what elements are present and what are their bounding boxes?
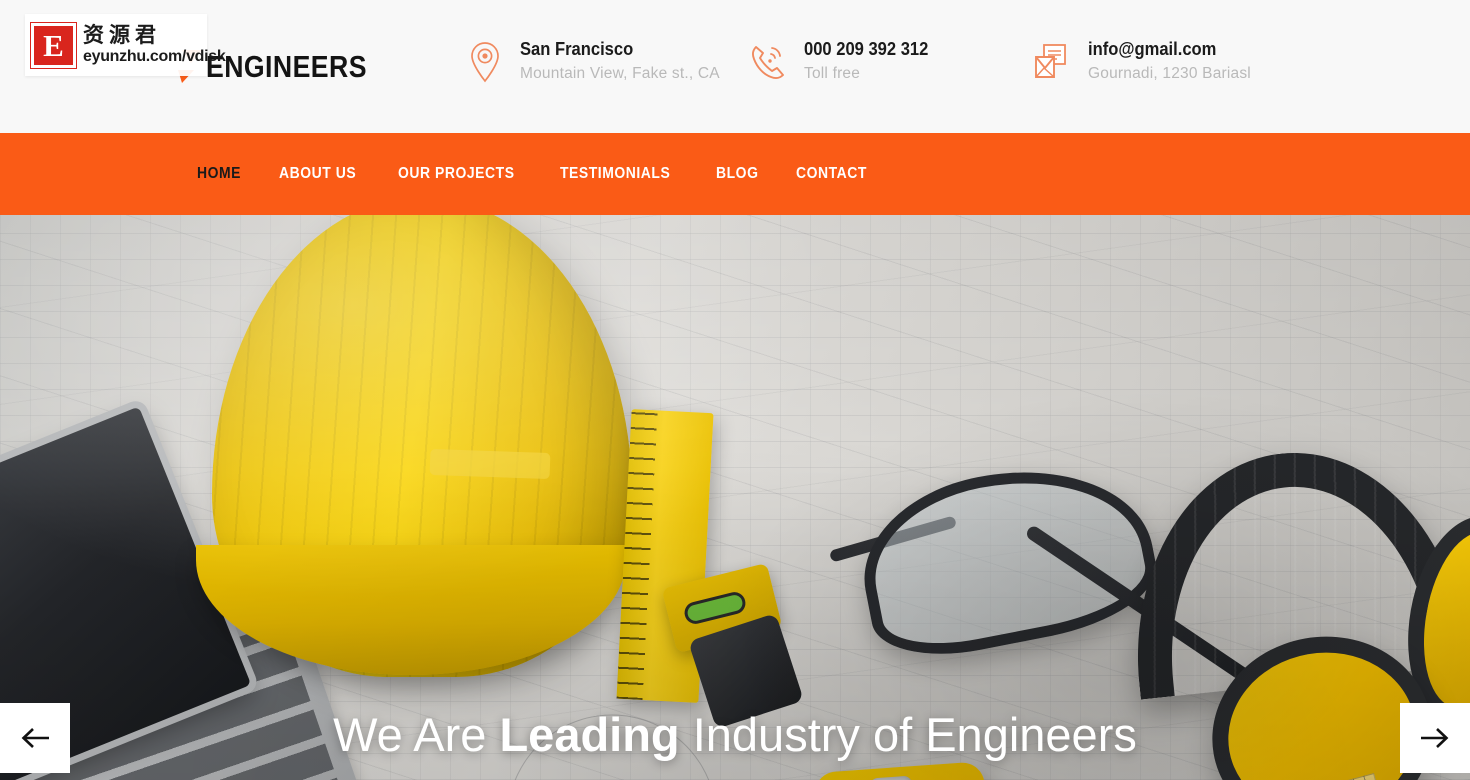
- arrow-right-icon: [1420, 726, 1450, 750]
- contact-phone[interactable]: 000 209 392 312 Toll free: [749, 38, 1033, 85]
- contact-email[interactable]: info@gmail.com Gournadi, 1230 Bariasl: [1033, 38, 1333, 85]
- hero-title-post: Industry of Engineers: [679, 708, 1137, 761]
- contact-location-subtitle: Mountain View, Fake st., CA: [520, 65, 720, 82]
- contact-location-title: San Francisco: [520, 39, 634, 59]
- site-header: ENGINEERS San Francisco Mountain View, F…: [0, 0, 1470, 133]
- hero-background-image: [0, 215, 1470, 780]
- slider-prev-button[interactable]: [0, 703, 70, 773]
- contact-phone-subtitle: Toll free: [804, 65, 861, 82]
- hero-title: We Are Leading Industry of Engineers: [0, 707, 1470, 763]
- hero-title-strong: Leading: [499, 708, 680, 761]
- contact-phone-text: 000 209 392 312 Toll free: [804, 38, 939, 85]
- watermark-url-text: eyunzhu.com/vdisk: [83, 48, 226, 65]
- main-navigation: HOME ABOUT US OUR PROJECTS TESTIMONIALS …: [0, 133, 1470, 215]
- hero-slider: We Are Leading Industry of Engineers: [0, 215, 1470, 780]
- hero-title-pre: We Are: [333, 708, 500, 761]
- contact-email-title: info@gmail.com: [1088, 39, 1217, 59]
- contact-email-subtitle: Gournadi, 1230 Bariasl: [1088, 65, 1251, 82]
- brand-name: ENGINEERS: [206, 49, 367, 84]
- page-root: ENGINEERS San Francisco Mountain View, F…: [0, 0, 1470, 780]
- nav-item-contact[interactable]: CONTACT: [796, 165, 867, 183]
- contact-email-text: info@gmail.com Gournadi, 1230 Bariasl: [1088, 38, 1251, 85]
- nav-list: HOME ABOUT US OUR PROJECTS TESTIMONIALS …: [197, 133, 908, 215]
- slider-next-button[interactable]: [1400, 703, 1470, 773]
- nav-item-testimonials[interactable]: TESTIMONIALS: [560, 165, 670, 183]
- contact-location[interactable]: San Francisco Mountain View, Fake st., C…: [465, 38, 749, 85]
- location-pin-icon: [465, 39, 505, 85]
- nav-item-home[interactable]: HOME: [197, 165, 241, 183]
- nav-item-our-projects[interactable]: OUR PROJECTS: [398, 165, 515, 183]
- site-watermark: E 资源君 eyunzhu.com/vdisk: [25, 14, 226, 76]
- nav-item-blog[interactable]: BLOG: [716, 165, 758, 183]
- contact-location-text: San Francisco Mountain View, Fake st., C…: [520, 38, 720, 85]
- arrow-left-icon: [20, 726, 50, 750]
- phone-ringing-icon: [749, 39, 789, 85]
- watermark-badge-icon: E: [30, 21, 77, 69]
- watermark-text: 资源君 eyunzhu.com/vdisk: [83, 24, 226, 66]
- watermark-badge-letter: E: [43, 27, 64, 63]
- watermark-cn-text: 资源君: [83, 23, 161, 47]
- contact-phone-title: 000 209 392 312: [804, 39, 929, 59]
- nav-item-about-us[interactable]: ABOUT US: [279, 165, 356, 183]
- envelope-icon: [1033, 39, 1073, 85]
- header-contacts: San Francisco Mountain View, Fake st., C…: [465, 38, 1333, 85]
